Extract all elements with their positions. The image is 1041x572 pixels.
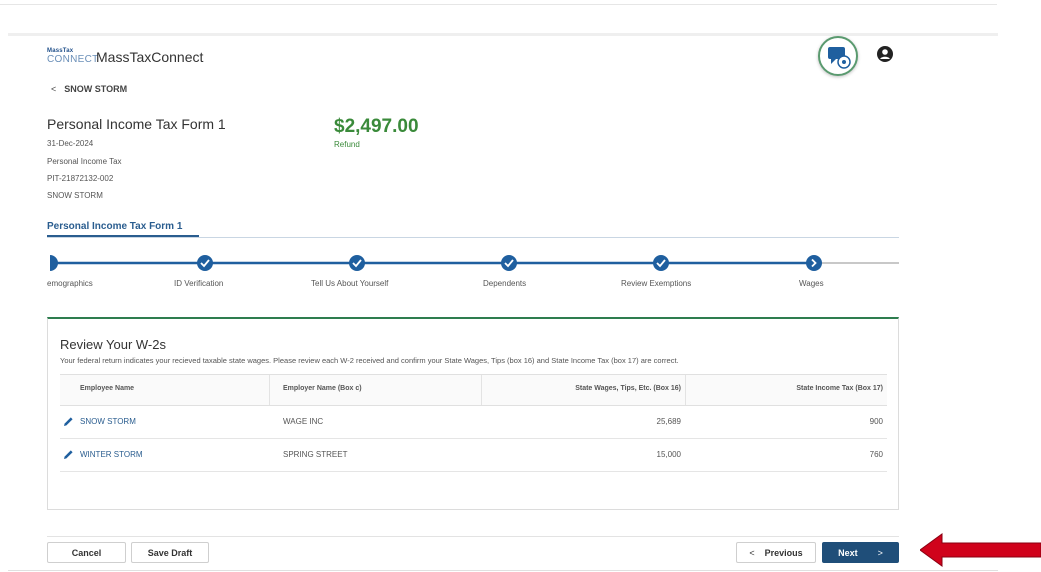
top-divider <box>0 4 997 5</box>
w2-table-row: SNOW STORM WAGE INC 25,689 900 <box>60 406 887 439</box>
next-button-label: Next <box>838 547 858 558</box>
column-divider <box>685 375 686 405</box>
employer-name: SPRING STREET <box>283 450 348 459</box>
step-marker-id-verification <box>197 255 213 271</box>
w2-table-header: Employee Name Employer Name (Box c) Stat… <box>60 374 887 406</box>
form-taxpayer: SNOW STORM <box>47 191 103 200</box>
chat-support-icon <box>828 47 851 69</box>
chevron-left-icon: < <box>51 84 57 94</box>
form-account-id: PIT-21872132-002 <box>47 174 114 183</box>
step-label-review-exemptions[interactable]: Review Exemptions <box>621 279 691 288</box>
column-header-state-wages: State Wages, Tips, Etc. (Box 16) <box>575 385 681 392</box>
previous-button[interactable]: < Previous <box>736 542 816 563</box>
refund-label: Refund <box>334 140 360 149</box>
employer-name: WAGE INC <box>283 417 324 426</box>
step-label-dependents[interactable]: Dependents <box>483 279 526 288</box>
form-title: Personal Income Tax Form 1 <box>47 116 226 132</box>
step-label-demographics[interactable]: emographics <box>47 279 93 288</box>
state-income-tax-value: 760 <box>869 450 883 459</box>
column-header-state-income-tax: State Income Tax (Box 17) <box>796 385 883 392</box>
refund-amount: $2,497.00 <box>334 116 419 137</box>
state-income-tax-value: 900 <box>869 417 883 426</box>
bottom-divider <box>8 570 998 571</box>
tab-divider <box>47 237 899 238</box>
masstaxconnect-logo[interactable]: MassTax CONNECT <box>47 48 99 66</box>
tab-personal-income-tax-form[interactable]: Personal Income Tax Form 1 <box>47 221 182 232</box>
employee-name-link[interactable]: SNOW STORM <box>80 417 136 426</box>
column-header-employee-name: Employee Name <box>80 385 135 392</box>
step-marker-wages <box>806 255 822 271</box>
previous-button-label: Previous <box>764 547 803 558</box>
column-divider <box>269 375 270 405</box>
w2-table-row: WINTER STORM SPRING STREET 15,000 760 <box>60 439 887 472</box>
step-label-id-verification[interactable]: ID Verification <box>174 279 223 288</box>
back-link-label: SNOW STORM <box>64 84 128 94</box>
form-date: 31-Dec-2024 <box>47 139 94 148</box>
logo-bottom-text: CONNECT <box>47 54 99 65</box>
pencil-icon[interactable] <box>63 416 74 427</box>
chat-support-button[interactable] <box>818 36 858 76</box>
cancel-button[interactable]: Cancel <box>47 542 126 563</box>
w2-table: Employee Name Employer Name (Box c) Stat… <box>60 374 887 472</box>
step-marker-tell-us-about-yourself <box>349 255 365 271</box>
w2-panel-description: Your federal return indicates your recie… <box>60 356 679 365</box>
next-button[interactable]: Next > <box>822 542 899 563</box>
annotation-arrow-icon <box>920 533 1041 567</box>
chevron-right-icon: > <box>877 547 883 558</box>
step-marker-dependents <box>501 255 517 271</box>
step-marker-demographics <box>40 254 58 272</box>
w2-review-panel: Review Your W-2s Your federal return ind… <box>47 317 899 510</box>
state-wages-value: 15,000 <box>656 450 681 459</box>
back-link[interactable]: < SNOW STORM <box>51 84 127 94</box>
header-bar <box>8 33 998 36</box>
progress-stepper <box>40 254 899 272</box>
column-header-employer-name: Employer Name (Box c) <box>283 385 362 392</box>
step-marker-review-exemptions <box>653 255 669 271</box>
pencil-icon[interactable] <box>63 449 74 460</box>
state-wages-value: 25,689 <box>656 417 681 426</box>
user-account-icon[interactable] <box>876 45 894 63</box>
form-tax-type: Personal Income Tax <box>47 157 122 166</box>
step-label-wages[interactable]: Wages <box>799 279 824 288</box>
step-label-tell-us-about-yourself[interactable]: Tell Us About Yourself <box>311 279 388 288</box>
chevron-left-icon: < <box>749 547 755 558</box>
column-divider <box>481 375 482 405</box>
employee-name-link[interactable]: WINTER STORM <box>80 450 143 459</box>
w2-panel-title: Review Your W-2s <box>60 337 166 352</box>
app-title: MassTaxConnect <box>96 49 204 65</box>
save-draft-button[interactable]: Save Draft <box>131 542 209 563</box>
